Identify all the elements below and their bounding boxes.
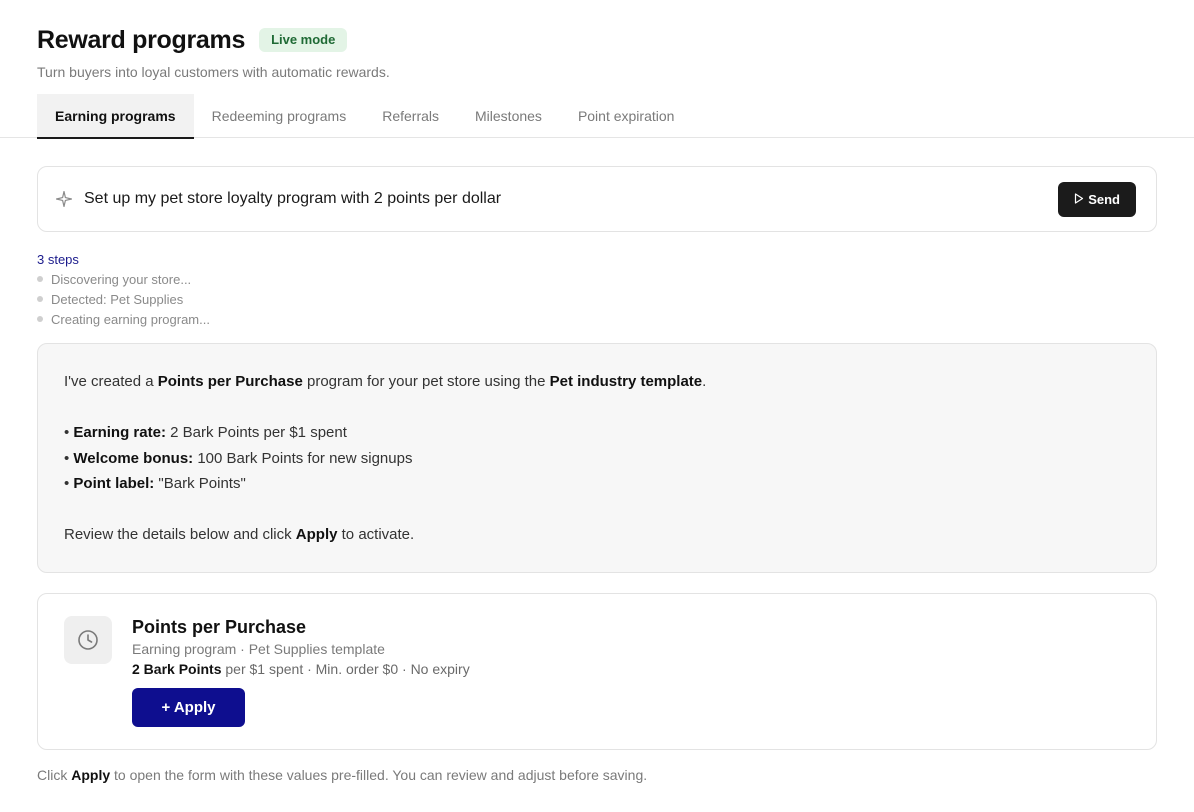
tab-earning-programs[interactable]: Earning programs: [37, 94, 194, 139]
message-text: to activate.: [337, 526, 415, 543]
step-item: Creating earning program...: [37, 311, 1157, 327]
page-title: Reward programs: [37, 25, 246, 54]
ai-prompt-box[interactable]: Set up my pet store loyalty program with…: [37, 166, 1157, 232]
send-label: Send: [1088, 191, 1120, 207]
bullet-label: Welcome bonus:: [73, 449, 194, 467]
card-detail: 2 Bark Points per $1 spent · Min. order …: [132, 661, 470, 677]
message-bold: Pet industry template: [549, 373, 703, 390]
page-header: Reward programs Live mode Turn buyers in…: [0, 0, 1194, 81]
tab-referrals[interactable]: Referrals: [364, 94, 457, 138]
step-dot-icon: [37, 296, 43, 302]
message-text: Review the details below and click: [64, 526, 296, 543]
card-title: Points per Purchase: [132, 616, 307, 637]
live-mode-badge: Live mode: [259, 28, 348, 52]
assistant-message: I've created a Points per Purchase progr…: [37, 343, 1157, 573]
footer-text: Click: [37, 766, 72, 783]
page-subtitle: Turn buyers into loyal customers with au…: [37, 64, 390, 80]
step-label: Discovering your store...: [51, 271, 192, 287]
step-item: Discovering your store...: [37, 271, 1157, 287]
message-bold: Apply: [295, 526, 338, 543]
play-icon: [1074, 192, 1084, 207]
apply-button[interactable]: + Apply: [132, 687, 245, 727]
card-subtitle: Earning program · Pet Supplies template: [132, 640, 385, 657]
card-detail-bold: 2 Bark Points: [132, 660, 222, 677]
footer-bold: Apply: [71, 766, 111, 783]
tab-point-expiration[interactable]: Point expiration: [560, 94, 693, 138]
footer-note: Click Apply to open the form with these …: [37, 767, 1157, 783]
step-item: Detected: Pet Supplies: [37, 291, 1157, 307]
program-card: Points per Purchase Earning program · Pe…: [37, 592, 1157, 750]
bullet-value: 100 Bark Points for new signups: [193, 449, 413, 467]
message-text: program for your pet store using the: [302, 373, 550, 390]
message-bullet: • Earning rate: 2 Bark Points per $1 spe…: [64, 424, 347, 441]
message-bullet: • Point label: "Bark Points": [64, 475, 246, 492]
footer-text: to open the form with these values pre-f…: [110, 766, 648, 783]
message-text: .: [702, 373, 707, 390]
card-detail-text: per $1 spent · Min. order $0 · No expiry: [221, 660, 470, 677]
bullet-value: 2 Bark Points per $1 spent: [165, 424, 347, 441]
step-label: Detected: Pet Supplies: [51, 291, 184, 307]
send-button[interactable]: Send: [1058, 181, 1136, 217]
step-dot-icon: [37, 316, 43, 322]
message-outro: Review the details below and click Apply…: [64, 522, 1130, 548]
bullet-label: Earning rate:: [73, 424, 166, 441]
tab-redeeming-programs[interactable]: Redeeming programs: [194, 94, 365, 138]
clock-icon: [64, 615, 112, 664]
title-row: Reward programs Live mode: [37, 25, 1157, 55]
steps-list: 3 steps Discovering your store... Detect…: [37, 252, 1157, 327]
message-intro: I've created a Points per Purchase progr…: [64, 369, 1130, 395]
bullet-value: "Bark Points": [154, 475, 246, 492]
sparkle-icon: [56, 190, 74, 208]
tab-bar: Earning programs Redeeming programs Refe…: [0, 94, 1194, 139]
bullet-label: Point label:: [73, 475, 155, 492]
step-label: Creating earning program...: [51, 311, 210, 327]
step-dot-icon: [37, 276, 43, 282]
prompt-input[interactable]: Set up my pet store loyalty program with…: [84, 190, 1058, 208]
message-bullet: • Welcome bonus: 100 Bark Points for new…: [64, 449, 413, 467]
message-text: I've created a: [64, 373, 158, 390]
main-content: Set up my pet store loyalty program with…: [0, 138, 1194, 783]
tab-milestones[interactable]: Milestones: [457, 94, 560, 138]
message-bold: Points per Purchase: [157, 373, 303, 390]
card-body: Points per Purchase Earning program · Pe…: [132, 616, 470, 727]
steps-count[interactable]: 3 steps: [37, 252, 1157, 267]
